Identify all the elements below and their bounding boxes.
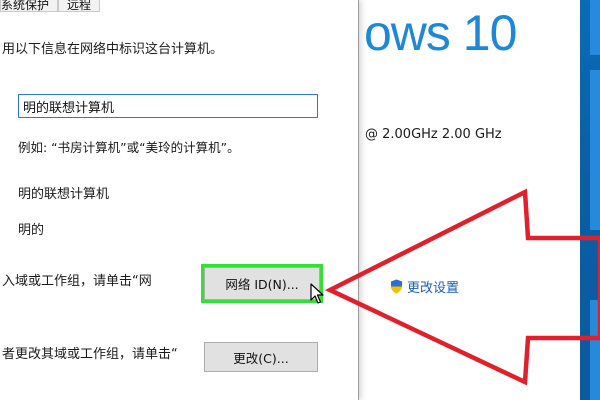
change-settings-label: 更改设置 (407, 281, 460, 296)
desktop-window-pane (590, 300, 600, 400)
change-button[interactable]: 更改(C)... (204, 342, 318, 372)
desktop-window-pane (590, 70, 600, 230)
workgroup-value: 明的 (18, 223, 45, 238)
tab-remote[interactable]: 远程 (58, 0, 101, 12)
computer-description-input[interactable] (18, 94, 318, 118)
processor-info: @ 2.00GHz 2.00 GHz (365, 127, 502, 142)
system-properties-dialog: 系统保护 远程 用以下信息在网络中标识这台计算机。 例如: “书房计算机”或“美… (0, 0, 359, 400)
dialog-tab-strip: 系统保护 远程 (0, 0, 101, 12)
description-prompt: 用以下信息在网络中标识这台计算机。 (2, 42, 224, 57)
mouse-pointer-icon (310, 283, 324, 304)
full-computer-name-value: 明的联想计算机 (18, 187, 110, 202)
desktop-background (580, 0, 600, 400)
tab-system-protection[interactable]: 系统保护 (0, 0, 59, 12)
windows-10-logo-text: ows 10 (364, 5, 517, 61)
desktop-window-pane (590, 0, 600, 55)
network-id-button[interactable]: 网络 ID(N)... (201, 264, 323, 303)
example-hint: 例如: “书房计算机”或“美玲的计算机”。 (18, 140, 240, 155)
join-domain-prompt: 入域或工作组，请单击“网 (2, 274, 152, 289)
rename-prompt: 者更改其域或工作组，请单击“ (2, 347, 178, 362)
uac-shield-icon (391, 279, 402, 294)
change-settings-link[interactable]: 更改设置 (390, 277, 459, 296)
